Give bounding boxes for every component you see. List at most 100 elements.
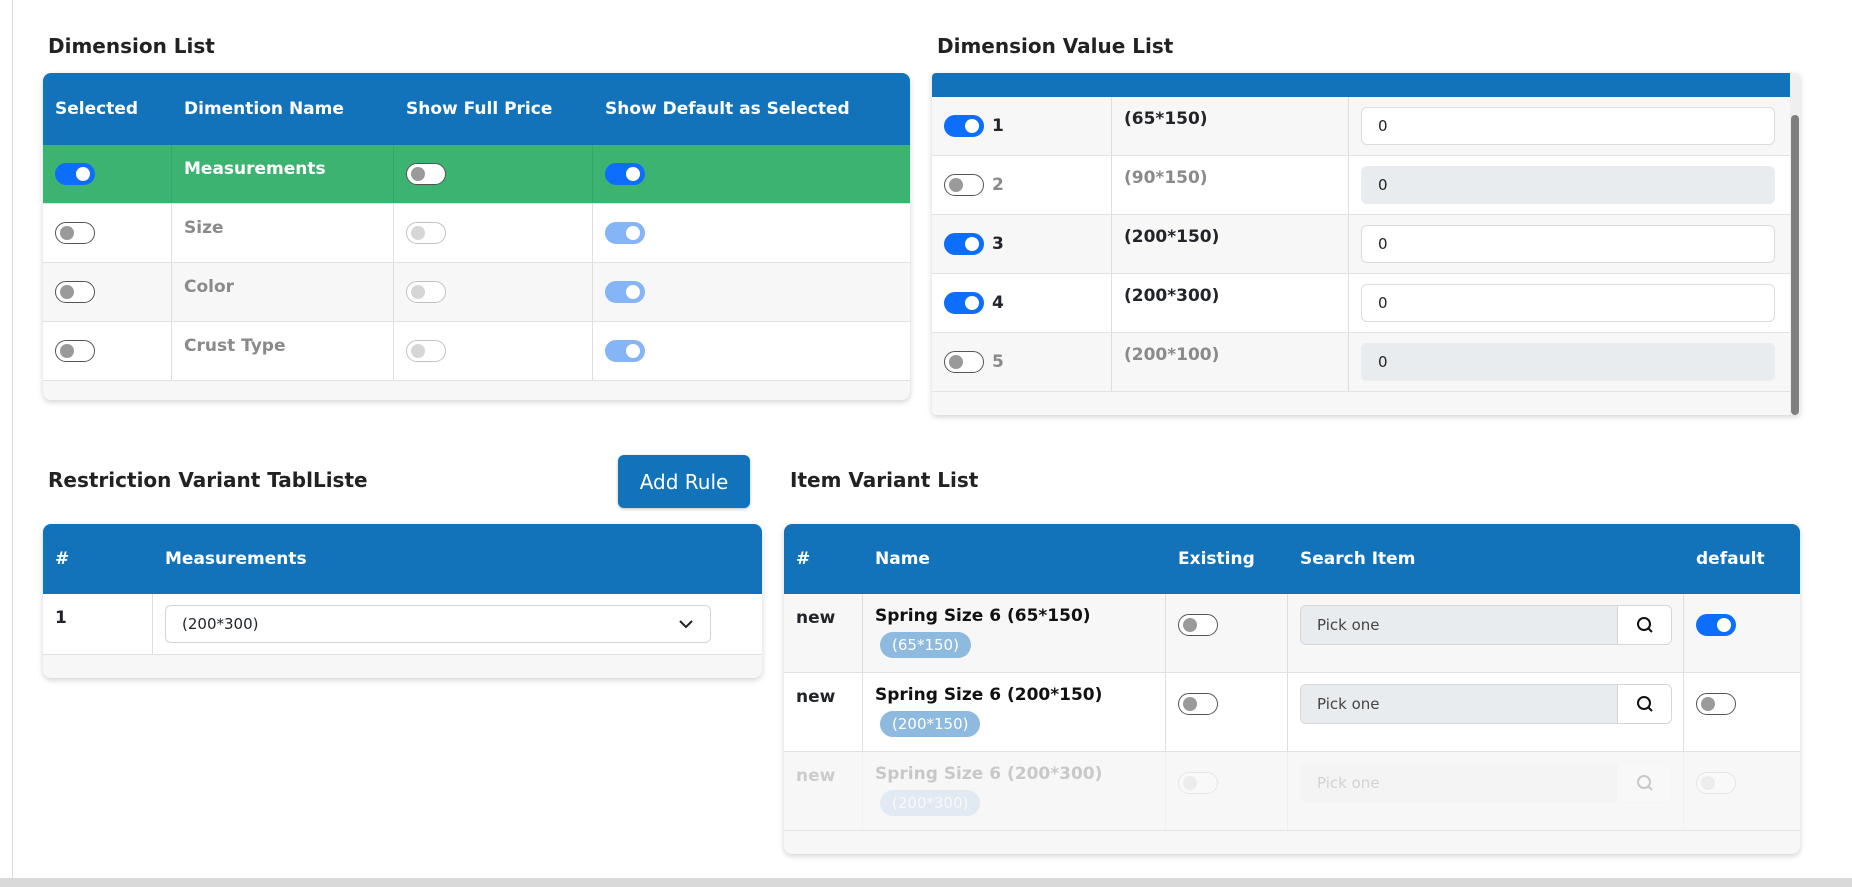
- show-full-price-toggle: [406, 340, 446, 362]
- dimension-list-table: Selected Dimention Name Show Full Price …: [43, 73, 910, 400]
- measurements-select[interactable]: (200*300): [165, 605, 711, 643]
- restriction-title: Restriction Variant TablListe: [48, 468, 368, 492]
- value-input: 0: [1361, 166, 1775, 204]
- add-rule-button[interactable]: Add Rule: [618, 455, 750, 508]
- value-name: (200*100): [1124, 345, 1220, 365]
- rule-number: 1: [43, 594, 153, 654]
- value-number: 2: [992, 175, 1004, 195]
- chevron-down-icon: [679, 620, 693, 629]
- show-default-selected-toggle: [605, 222, 645, 244]
- header-search-item: Search Item: [1300, 549, 1416, 569]
- value-toggle[interactable]: [944, 174, 984, 196]
- item-variant-table: # Name Existing Search Item default new …: [784, 524, 1800, 854]
- variant-tag: (200*300): [880, 790, 981, 816]
- table-row: Measurements: [43, 145, 910, 204]
- table-row: 1 (65*150) 0: [932, 97, 1790, 156]
- table-row: 3 (200*150) 0: [932, 215, 1790, 274]
- table-row: 1 (200*300): [43, 594, 762, 655]
- selected-toggle[interactable]: [55, 222, 95, 244]
- header-selected: Selected: [55, 99, 139, 119]
- search-item-input[interactable]: Pick one: [1301, 606, 1617, 644]
- variant-tag: (200*150): [880, 711, 981, 737]
- selected-toggle[interactable]: [55, 340, 95, 362]
- dimension-value-header: [932, 73, 1790, 97]
- search-item-input[interactable]: Pick one: [1301, 685, 1617, 723]
- search-icon: [1636, 775, 1653, 791]
- dimension-name: Crust Type: [172, 322, 394, 380]
- default-toggle[interactable]: [1696, 693, 1736, 715]
- table-row: Crust Type: [43, 322, 910, 381]
- selected-toggle[interactable]: [55, 163, 95, 185]
- variant-name: Spring Size 6 (200*150): [875, 685, 1103, 705]
- value-toggle[interactable]: [944, 233, 984, 255]
- search-button[interactable]: [1617, 685, 1671, 723]
- existing-toggle[interactable]: [1178, 614, 1218, 636]
- variant-tag: (65*150): [880, 632, 971, 658]
- existing-toggle: [1178, 772, 1218, 794]
- value-name: (200*300): [1124, 286, 1220, 306]
- value-number: 4: [992, 293, 1004, 313]
- value-input: 0: [1361, 343, 1775, 381]
- table-row: new Spring Size 6 (200*300) (200*300) Pi…: [784, 752, 1800, 831]
- header-name: Name: [875, 549, 930, 569]
- table-row: 5 (200*100) 0: [932, 333, 1790, 392]
- value-toggle[interactable]: [944, 292, 984, 314]
- search-icon: [1636, 617, 1653, 633]
- show-full-price-toggle: [406, 281, 446, 303]
- dimension-value-list-title: Dimension Value List: [937, 34, 1174, 58]
- value-number: 5: [992, 352, 1004, 372]
- default-toggle: [1696, 772, 1736, 794]
- value-toggle[interactable]: [944, 351, 984, 373]
- header-existing: Existing: [1178, 549, 1255, 569]
- dimension-name: Size: [172, 204, 394, 262]
- variant-name: Spring Size 6 (65*150): [875, 606, 1091, 626]
- value-name: (65*150): [1124, 109, 1208, 129]
- show-full-price-toggle[interactable]: [406, 163, 446, 185]
- scrollbar-thumb[interactable]: [1791, 115, 1799, 415]
- show-default-selected-toggle[interactable]: [605, 163, 645, 185]
- variant-number: new: [784, 594, 863, 672]
- dimension-name: Measurements: [172, 145, 394, 203]
- value-name: (200*150): [1124, 227, 1220, 247]
- dimension-list-title: Dimension List: [48, 34, 215, 58]
- variant-number: new: [784, 752, 863, 830]
- show-full-price-toggle: [406, 222, 446, 244]
- header-number: #: [55, 549, 70, 569]
- table-row: 2 (90*150) 0: [932, 156, 1790, 215]
- left-border: [12, 0, 13, 880]
- value-input[interactable]: 0: [1361, 107, 1775, 145]
- header-measurements: Measurements: [165, 549, 307, 569]
- default-toggle[interactable]: [1696, 614, 1736, 636]
- header-default: default: [1696, 549, 1765, 569]
- table-row: Color: [43, 263, 910, 322]
- existing-toggle[interactable]: [1178, 693, 1218, 715]
- value-input[interactable]: 0: [1361, 225, 1775, 263]
- show-default-selected-toggle: [605, 281, 645, 303]
- search-item-field[interactable]: Pick one: [1300, 684, 1672, 724]
- search-icon: [1636, 696, 1653, 712]
- value-toggle[interactable]: [944, 115, 984, 137]
- dimension-list-header: Selected Dimention Name Show Full Price …: [43, 73, 910, 145]
- header-dimention-name: Dimention Name: [184, 99, 344, 119]
- item-variant-header: # Name Existing Search Item default: [784, 524, 1800, 594]
- value-input[interactable]: 0: [1361, 284, 1775, 322]
- horizontal-scrollbar[interactable]: [0, 878, 1852, 887]
- value-name: (90*150): [1124, 168, 1208, 188]
- search-item-field: Pick one: [1300, 763, 1672, 803]
- item-variant-title: Item Variant List: [790, 468, 979, 492]
- search-button: [1617, 764, 1671, 802]
- header-number: #: [796, 549, 811, 569]
- restriction-table: # Measurements 1 (200*300): [43, 524, 762, 678]
- variant-number: new: [784, 673, 863, 751]
- value-number: 3: [992, 234, 1004, 254]
- header-show-full-price: Show Full Price: [406, 99, 553, 119]
- selected-toggle[interactable]: [55, 281, 95, 303]
- dimension-name: Color: [172, 263, 394, 321]
- search-item-input: Pick one: [1301, 764, 1617, 802]
- table-row: new Spring Size 6 (200*150) (200*150) Pi…: [784, 673, 1800, 752]
- search-item-field[interactable]: Pick one: [1300, 605, 1672, 645]
- table-row: Size: [43, 204, 910, 263]
- select-value: (200*300): [182, 615, 259, 633]
- value-number: 1: [992, 116, 1004, 136]
- search-button[interactable]: [1617, 606, 1671, 644]
